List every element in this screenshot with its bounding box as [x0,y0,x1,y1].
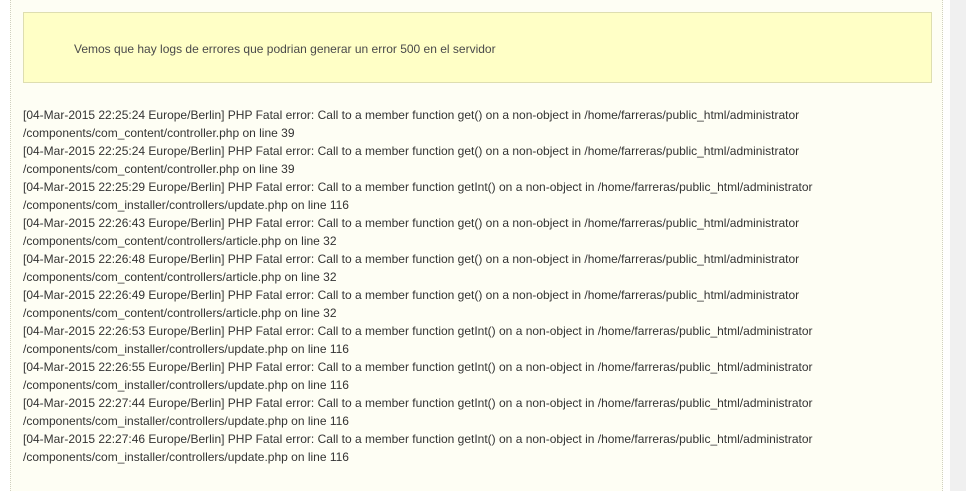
log-entry-line: [04-Mar-2015 22:27:46 Europe/Berlin] PHP… [23,432,813,446]
log-entry-path: /components/com_installer/controllers/up… [23,342,349,356]
error-log: [04-Mar-2015 22:25:24 Europe/Berlin] PHP… [23,106,938,466]
log-entry-path: /components/com_content/controllers/arti… [23,270,337,284]
log-entry: [04-Mar-2015 22:25:24 Europe/Berlin] PHP… [23,106,938,142]
log-entry-path: /components/com_content/controller.php o… [23,162,295,176]
vertical-scrollbar[interactable] [950,0,966,491]
log-entry-line: [04-Mar-2015 22:25:29 Europe/Berlin] PHP… [23,180,813,194]
log-entry-line: [04-Mar-2015 22:26:53 Europe/Berlin] PHP… [23,324,813,338]
warning-notice: Vemos que hay logs de errores que podria… [23,12,932,83]
log-entry-line: [04-Mar-2015 22:26:43 Europe/Berlin] PHP… [23,216,800,230]
log-entry-line: [04-Mar-2015 22:25:24 Europe/Berlin] PHP… [23,108,800,122]
log-entry: [04-Mar-2015 22:26:53 Europe/Berlin] PHP… [23,322,938,358]
log-entry-path: /components/com_installer/controllers/up… [23,414,349,428]
log-entry-line: [04-Mar-2015 22:26:55 Europe/Berlin] PHP… [23,360,813,374]
log-entry: [04-Mar-2015 22:26:49 Europe/Berlin] PHP… [23,286,938,322]
log-entry-line: [04-Mar-2015 22:25:24 Europe/Berlin] PHP… [23,144,800,158]
log-entry-path: /components/com_installer/controllers/up… [23,198,349,212]
log-entry-path: /components/com_installer/controllers/up… [23,378,349,392]
log-entry-path: /components/com_installer/controllers/up… [23,450,349,464]
log-entry: [04-Mar-2015 22:27:46 Europe/Berlin] PHP… [23,430,938,466]
log-entry: [04-Mar-2015 22:25:24 Europe/Berlin] PHP… [23,142,938,178]
log-entry: [04-Mar-2015 22:27:44 Europe/Berlin] PHP… [23,394,938,430]
log-entry-line: [04-Mar-2015 22:27:44 Europe/Berlin] PHP… [23,396,813,410]
log-entry: [04-Mar-2015 22:26:55 Europe/Berlin] PHP… [23,358,938,394]
log-entry: [04-Mar-2015 22:26:48 Europe/Berlin] PHP… [23,250,938,286]
log-entry-path: /components/com_content/controllers/arti… [23,306,337,320]
log-entry-line: [04-Mar-2015 22:26:49 Europe/Berlin] PHP… [23,288,800,302]
notice-message: Vemos que hay logs de errores que podria… [74,42,496,56]
log-entry: [04-Mar-2015 22:26:43 Europe/Berlin] PHP… [23,214,938,250]
log-entry-path: /components/com_content/controllers/arti… [23,234,337,248]
log-entry-path: /components/com_content/controller.php o… [23,126,295,140]
log-entry: [04-Mar-2015 22:25:29 Europe/Berlin] PHP… [23,178,938,214]
content-panel: Vemos que hay logs de errores que podria… [10,0,943,491]
log-entry-line: [04-Mar-2015 22:26:48 Europe/Berlin] PHP… [23,252,800,266]
